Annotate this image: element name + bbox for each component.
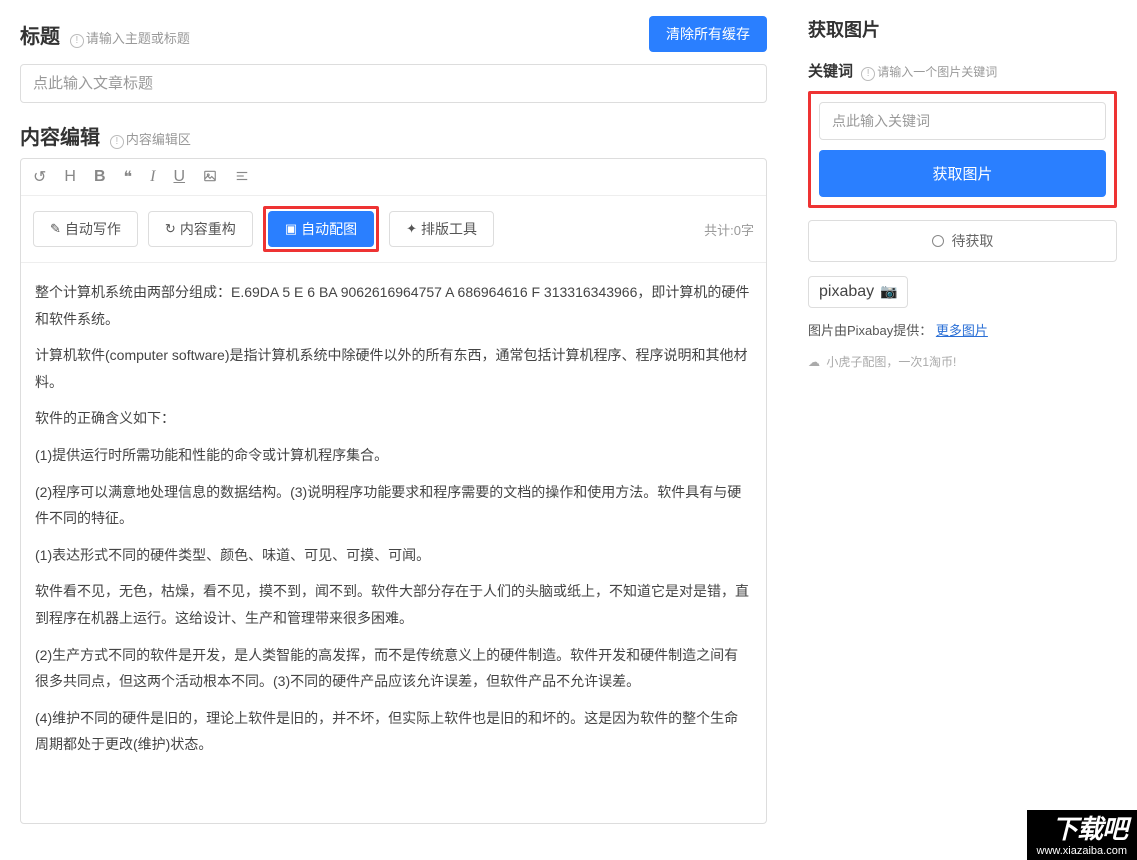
layout-tool-button[interactable]: ✦ 排版工具 xyxy=(389,211,494,247)
pencil-icon: ✎ xyxy=(50,221,61,237)
info-icon: ! xyxy=(110,135,124,149)
refresh-icon: ↻ xyxy=(165,221,176,237)
title-hint: !请输入主题或标题 xyxy=(70,31,190,46)
clear-cache-button[interactable]: 清除所有缓存 xyxy=(649,16,767,52)
more-images-link[interactable]: 更多图片 xyxy=(936,323,988,338)
content-paragraph: (4)维护不同的硬件是旧的，理论上软件是旧的，并不坏，但实际上软件也是旧的和坏的… xyxy=(35,705,752,758)
camera-icon: 📷 xyxy=(876,283,897,299)
keyword-label: 关键词 !请输入一个图片关键词 xyxy=(808,60,1117,81)
char-count: 共计:0字 xyxy=(704,220,754,239)
keyword-highlight-box: 获取图片 xyxy=(808,91,1117,208)
content-body[interactable]: 整个计算机系统由两部分组成：E.69DA 5 E 6 BA 9062616964… xyxy=(21,263,766,823)
content-paragraph: 计算机软件(computer software)是指计算机系统中除硬件以外的所有… xyxy=(35,342,752,395)
auto-write-button[interactable]: ✎ 自动写作 xyxy=(33,211,138,247)
content-paragraph: (1)提供运行时所需功能和性能的命令或计算机程序集合。 xyxy=(35,442,752,469)
wand-icon: ✦ xyxy=(406,221,417,237)
align-left-icon[interactable] xyxy=(235,168,249,186)
auto-image-highlight: ▣ 自动配图 xyxy=(263,206,379,252)
content-header: 内容编辑 !内容编辑区 xyxy=(20,121,767,150)
undo-icon[interactable]: ↺ xyxy=(33,167,46,187)
info-icon: ! xyxy=(70,34,84,48)
content-edit-label: 内容编辑 xyxy=(20,127,100,149)
content-paragraph: (2)生产方式不同的软件是开发，是人类智能的高发挥，而不是传统意义上的硬件制造。… xyxy=(35,642,752,695)
content-paragraph: 软件的正确含义如下： xyxy=(35,405,752,432)
content-paragraph: (2)程序可以满意地处理信息的数据结构。(3)说明程序功能要求和程序需要的文档的… xyxy=(35,479,752,532)
title-header: 标题 !请输入主题或标题 清除所有缓存 xyxy=(20,16,767,52)
info-icon: ! xyxy=(861,67,875,81)
cloud-icon: ☁ xyxy=(808,355,820,369)
fetch-image-button[interactable]: 获取图片 xyxy=(819,150,1106,197)
image-plus-icon: ▣ xyxy=(285,221,297,237)
content-rebuild-button[interactable]: ↻ 内容重构 xyxy=(148,211,253,247)
watermark: 下载吧 www.xiazaiba.com xyxy=(1027,810,1137,860)
title-label: 标题 xyxy=(20,26,60,48)
image-icon[interactable] xyxy=(203,168,217,186)
keyword-input[interactable] xyxy=(819,102,1106,140)
fetch-image-title: 获取图片 xyxy=(808,16,1117,42)
provider-line: 图片由Pixabay提供： 更多图片 xyxy=(808,320,1117,339)
italic-icon[interactable]: I xyxy=(150,168,155,186)
circle-icon xyxy=(932,235,944,247)
underline-icon[interactable]: U xyxy=(173,168,185,186)
editor-box: ↺ H B ❝ I U ✎ 自动写作 ↻ xyxy=(20,158,767,824)
quote-icon[interactable]: ❝ xyxy=(124,167,133,187)
footer-note: ☁ 小虎子配图，一次1淘币! xyxy=(808,353,1117,370)
article-title-input[interactable] xyxy=(20,64,767,103)
bold-icon[interactable]: B xyxy=(94,168,106,186)
pending-status: 待获取 xyxy=(808,220,1117,262)
pixabay-badge: pixabay 📷 xyxy=(808,276,908,308)
heading-icon[interactable]: H xyxy=(64,168,76,186)
auto-image-button[interactable]: ▣ 自动配图 xyxy=(268,211,374,247)
content-paragraph: 整个计算机系统由两部分组成：E.69DA 5 E 6 BA 9062616964… xyxy=(35,279,752,332)
editor-toolbar: ↺ H B ❝ I U xyxy=(21,159,766,196)
content-edit-hint: !内容编辑区 xyxy=(110,132,191,147)
content-paragraph: 软件看不见，无色，枯燥，看不见，摸不到，闻不到。软件大部分存在于人们的头脑或纸上… xyxy=(35,578,752,631)
content-paragraph: (1)表达形式不同的硬件类型、颜色、味道、可见、可摸、可闻。 xyxy=(35,542,752,569)
action-row: ✎ 自动写作 ↻ 内容重构 ▣ 自动配图 ✦ 排版工具 xyxy=(21,196,766,263)
